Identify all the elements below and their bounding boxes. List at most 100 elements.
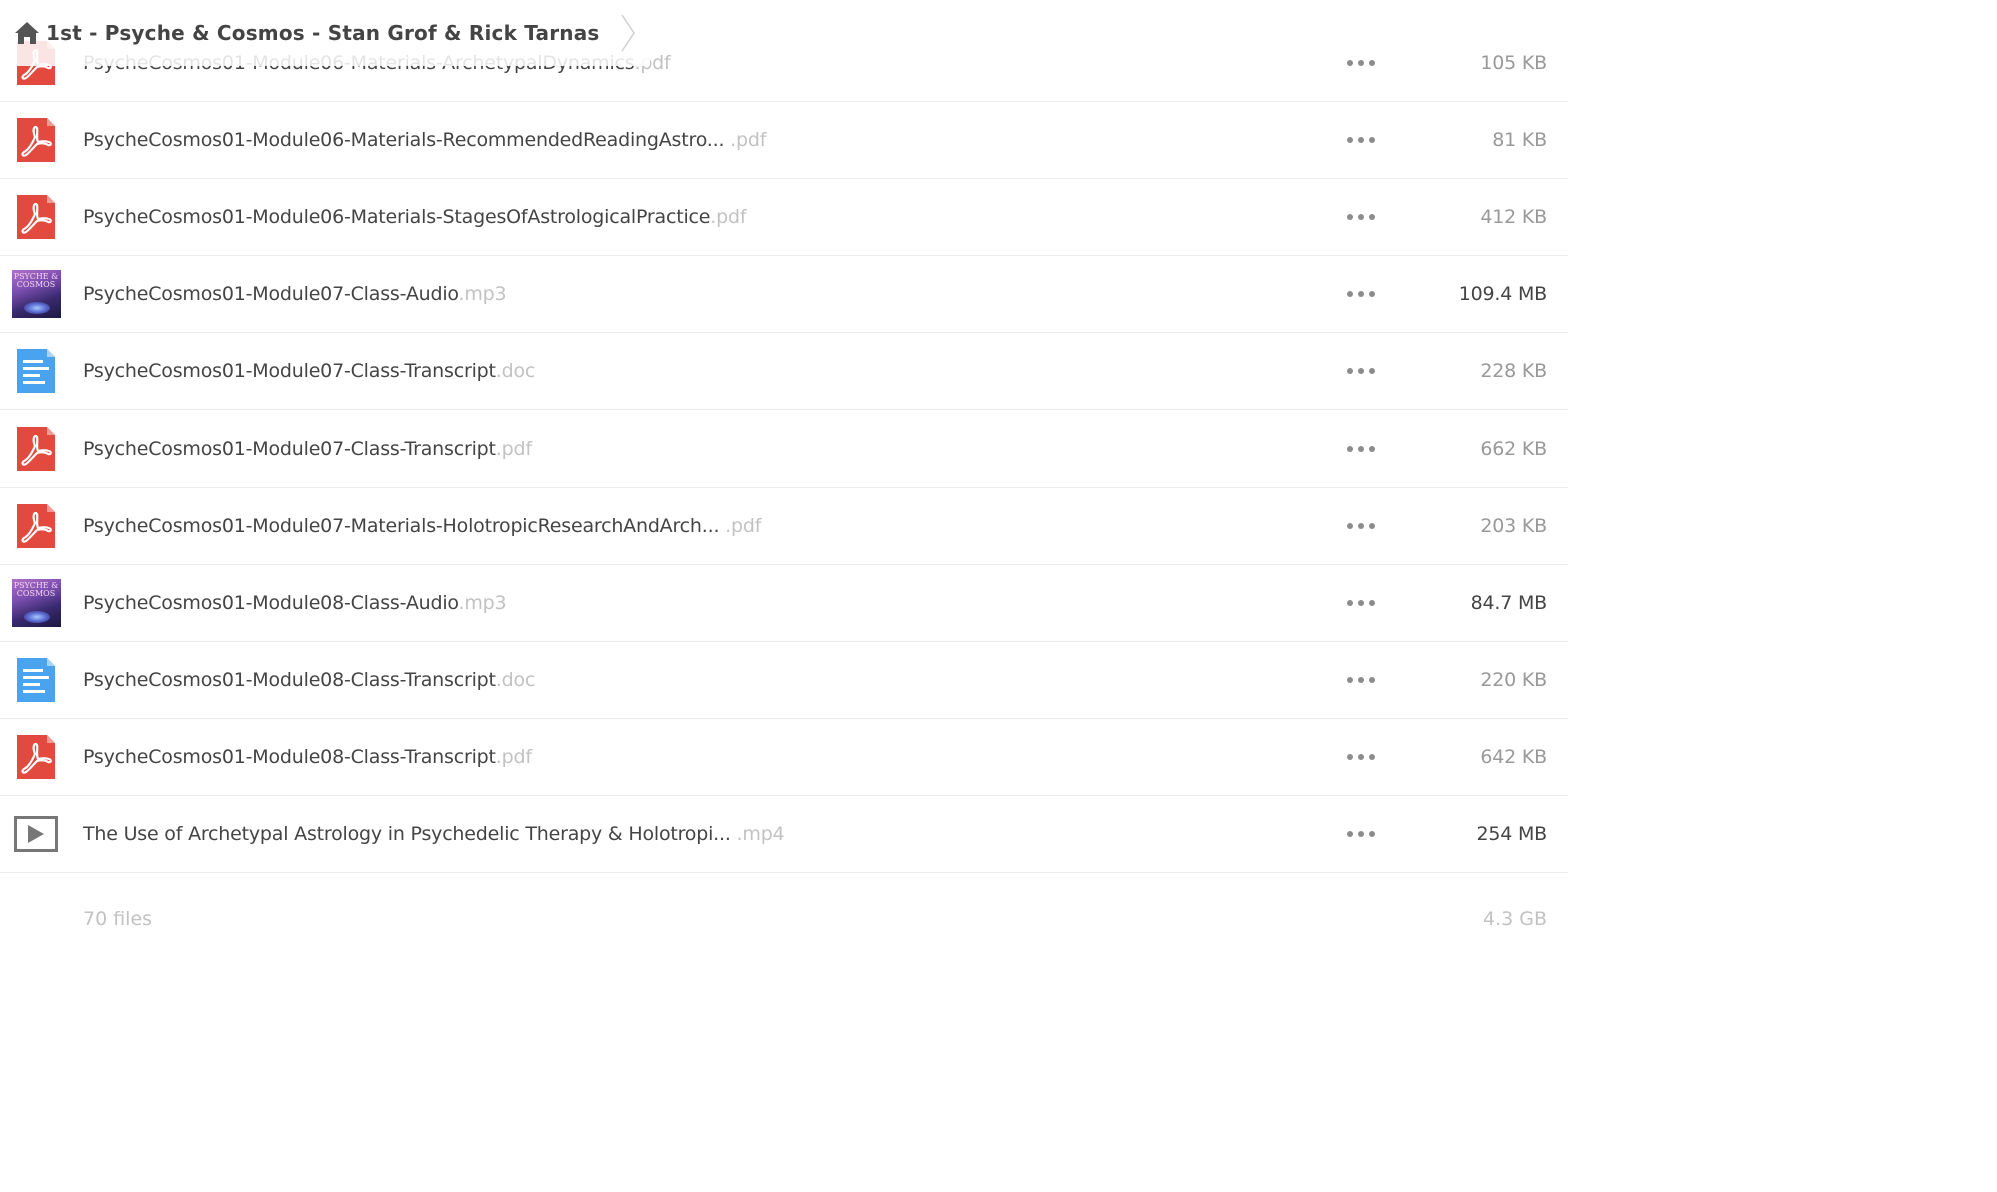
file-browser: 1st - Psyche & Cosmos - Stan Grof & Rick… — [0, 0, 1568, 937]
file-basename: PsycheCosmos01-Module06-Materials-Recomm… — [83, 128, 725, 151]
more-dot-icon — [1347, 599, 1353, 606]
file-name[interactable]: PsycheCosmos01-Module07-Class-Transcript… — [83, 438, 532, 460]
file-row[interactable]: PsycheCosmos01-Module08-Class-Transcript… — [0, 641, 1568, 719]
file-name[interactable]: PsycheCosmos01-Module06-Materials-Stages… — [83, 205, 747, 228]
more-options-button[interactable] — [1347, 747, 1375, 767]
file-extension: .pdf — [719, 514, 762, 537]
more-options-button[interactable] — [1347, 670, 1375, 690]
pdf-file-icon — [11, 424, 61, 474]
more-dot-icon — [1347, 676, 1353, 683]
doc-file-icon — [11, 655, 61, 705]
more-dot-icon — [1347, 367, 1353, 374]
more-dot-icon — [1358, 290, 1364, 297]
more-options-button[interactable] — [1347, 361, 1375, 381]
more-options-button[interactable] — [1347, 516, 1375, 536]
file-basename: The Use of Archetypal Astrology in Psych… — [83, 822, 731, 845]
more-dot-icon — [1369, 136, 1375, 143]
more-options-button[interactable] — [1347, 207, 1375, 227]
pdf-file-icon — [11, 115, 61, 165]
breadcrumb-folder-title[interactable]: 1st - Psyche & Cosmos - Stan Grof & Rick… — [46, 21, 600, 45]
file-extension: .doc — [495, 668, 536, 691]
file-size: 412 KB — [1480, 205, 1547, 228]
file-size: 662 KB — [1480, 437, 1547, 460]
more-options-button[interactable] — [1347, 130, 1375, 150]
file-row[interactable]: PsycheCosmos01-Module07-Class-Transcript… — [0, 410, 1568, 488]
file-size: 203 KB — [1480, 514, 1547, 537]
more-dot-icon — [1347, 59, 1353, 66]
more-dot-icon — [1369, 676, 1375, 683]
file-row[interactable]: PSYCHE & COSMOS PsycheCosmos01-Module08-C… — [0, 564, 1568, 642]
file-name[interactable]: PsycheCosmos01-Module06-Materials-Recomm… — [83, 129, 766, 151]
pdf-icon — [17, 503, 55, 548]
file-row[interactable]: PsycheCosmos01-Module08-Class-Transcript… — [0, 718, 1568, 796]
file-size: 81 KB — [1492, 128, 1547, 151]
file-name[interactable]: PsycheCosmos01-Module07-Materials-Holotr… — [83, 515, 761, 537]
more-dot-icon — [1369, 599, 1375, 606]
document-icon — [17, 657, 55, 702]
more-options-button[interactable] — [1347, 439, 1375, 459]
file-row[interactable]: The Use of Archetypal Astrology in Psych… — [0, 795, 1568, 873]
pdf-file-icon — [11, 192, 61, 242]
file-name[interactable]: PsycheCosmos01-Module08-Class-Transcript… — [83, 746, 532, 768]
more-dot-icon — [1347, 445, 1353, 452]
file-basename: PsycheCosmos01-Module08-Class-Transcript — [83, 668, 496, 691]
more-dot-icon — [1347, 213, 1353, 220]
album-art-title: PSYCHE & COSMOS — [13, 580, 59, 598]
more-dot-icon — [1347, 830, 1353, 837]
document-icon — [17, 348, 55, 393]
total-size: 4.3 GB — [1482, 908, 1547, 930]
file-extension: .mp3 — [458, 591, 507, 614]
file-size: 220 KB — [1480, 668, 1547, 691]
pdf-icon — [17, 734, 55, 779]
file-basename: PsycheCosmos01-Module07-Class-Transcript — [83, 437, 496, 460]
file-row[interactable]: PsycheCosmos01-Module07-Class-Transcript… — [0, 332, 1568, 410]
pdf-file-icon — [11, 501, 61, 551]
pdf-file-icon — [11, 732, 61, 782]
file-size: 228 KB — [1480, 359, 1547, 382]
file-row[interactable]: PsycheCosmos01-Module07-Materials-Holotr… — [0, 487, 1568, 565]
file-name[interactable]: PsycheCosmos01-Module08-Class-Audio.mp3 — [83, 591, 507, 614]
more-options-button[interactable] — [1347, 284, 1375, 304]
more-dot-icon — [1347, 522, 1353, 529]
more-dot-icon — [1347, 136, 1353, 143]
file-name[interactable]: PsycheCosmos01-Module08-Class-Transcript… — [83, 669, 535, 691]
more-dot-icon — [1358, 213, 1364, 220]
album-art-title: PSYCHE & COSMOS — [13, 271, 59, 289]
file-name[interactable]: PsycheCosmos01-Module07-Class-Audio.mp3 — [83, 283, 507, 305]
more-dot-icon — [1369, 213, 1375, 220]
album-art-thumbnail: PSYCHE & COSMOS — [11, 578, 61, 627]
more-dot-icon — [1369, 367, 1375, 374]
file-extension: .pdf — [710, 205, 747, 228]
file-row[interactable]: PsycheCosmos01-Module06-Materials-Recomm… — [0, 101, 1568, 179]
file-size: 254 MB — [1476, 822, 1547, 845]
file-size: 109.4 MB — [1458, 282, 1547, 305]
file-name[interactable]: The Use of Archetypal Astrology in Psych… — [83, 822, 785, 845]
more-dot-icon — [1358, 676, 1364, 683]
more-dot-icon — [1369, 753, 1375, 760]
more-dot-icon — [1369, 522, 1375, 529]
file-extension: .doc — [495, 359, 536, 382]
file-name[interactable]: PsycheCosmos01-Module07-Class-Transcript… — [83, 360, 535, 382]
file-row[interactable]: PsycheCosmos01-Module06-Materials-Stages… — [0, 178, 1568, 256]
more-dot-icon — [1358, 59, 1364, 66]
home-icon[interactable] — [14, 21, 40, 45]
file-size: 105 KB — [1480, 51, 1547, 74]
more-dot-icon — [1358, 367, 1364, 374]
file-row[interactable]: PSYCHE & COSMOS PsycheCosmos01-Module07-C… — [0, 255, 1568, 333]
more-options-button[interactable] — [1347, 824, 1375, 844]
more-options-button[interactable] — [1347, 53, 1375, 73]
video-icon — [14, 815, 58, 852]
more-dot-icon — [1358, 136, 1364, 143]
pdf-icon — [17, 117, 55, 162]
more-options-button[interactable] — [1347, 593, 1375, 613]
file-count: 70 files — [83, 908, 153, 930]
file-extension: .mp4 — [730, 822, 785, 845]
chevron-right-icon — [620, 13, 636, 53]
more-dot-icon — [1347, 753, 1353, 760]
more-dot-icon — [1358, 599, 1364, 606]
pdf-icon — [17, 426, 55, 471]
more-dot-icon — [1369, 290, 1375, 297]
file-basename: PsycheCosmos01-Module07-Materials-Holotr… — [83, 514, 720, 537]
file-basename: PsycheCosmos01-Module08-Class-Audio — [83, 591, 459, 614]
doc-file-icon — [11, 346, 61, 396]
